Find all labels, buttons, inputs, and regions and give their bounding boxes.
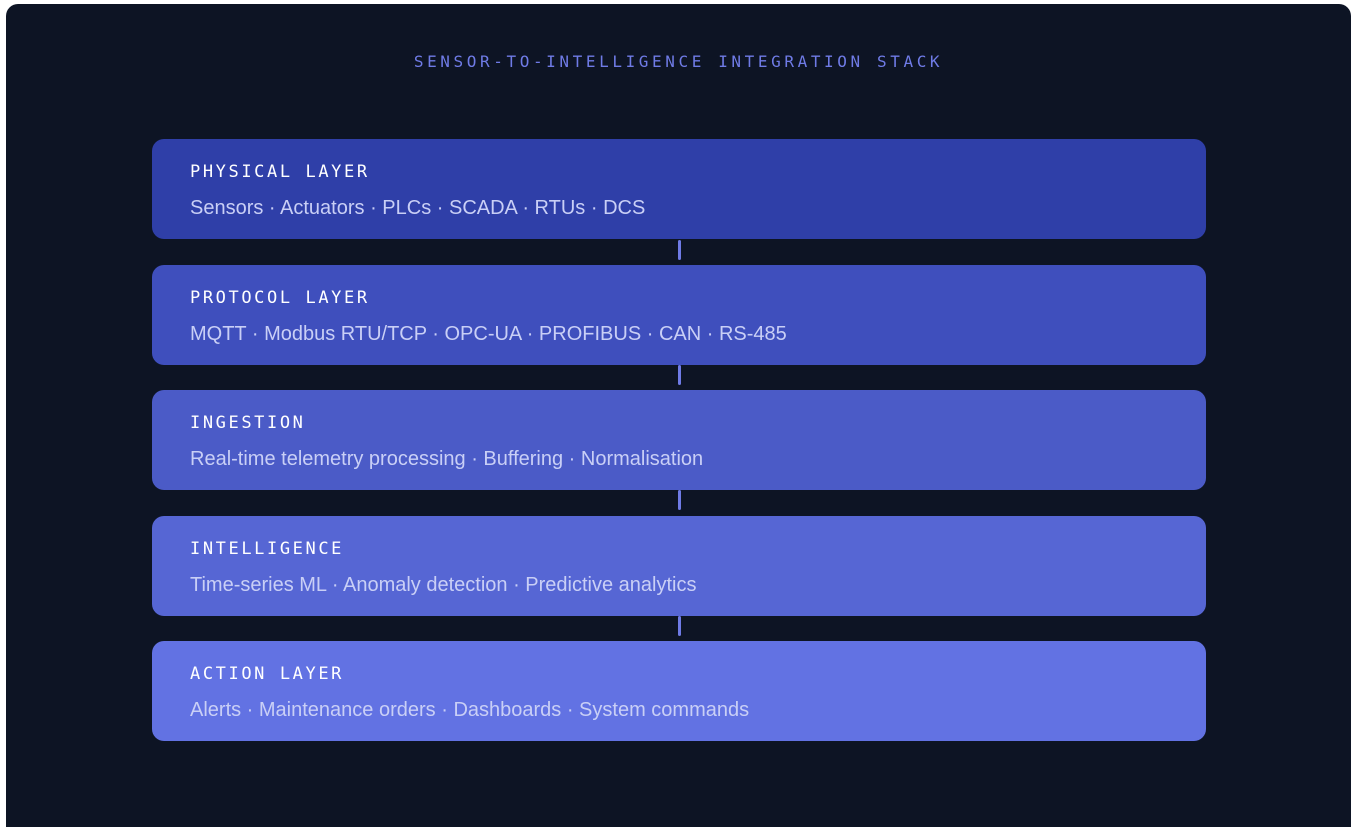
layer-name: INTELLIGENCE — [190, 539, 345, 559]
layer-items: Alerts · Maintenance orders · Dashboards… — [190, 699, 750, 721]
diagram-title: SENSOR-TO-INTELLIGENCE INTEGRATION STACK — [413, 52, 944, 71]
layer-name: PHYSICAL LAYER — [190, 162, 370, 182]
diagram-panel: SENSOR-TO-INTELLIGENCE INTEGRATION STACK… — [6, 4, 1351, 827]
layer-name: INGESTION — [190, 413, 306, 433]
layer-items: MQTT · Modbus RTU/TCP · OPC-UA · PROFIBU… — [190, 323, 787, 345]
layer-ingestion: INGESTION Real-time telemetry processing… — [152, 390, 1206, 490]
layer-items: Real-time telemetry processing · Bufferi… — [190, 448, 704, 470]
layer-name: ACTION LAYER — [190, 664, 345, 684]
connector-line — [678, 490, 681, 510]
layer-name: PROTOCOL LAYER — [190, 288, 370, 308]
layer-items: Sensors · Actuators · PLCs · SCADA · RTU… — [190, 197, 646, 219]
connector-line — [678, 240, 681, 260]
layer-physical: PHYSICAL LAYER Sensors · Actuators · PLC… — [152, 139, 1206, 239]
layer-action: ACTION LAYER Alerts · Maintenance orders… — [152, 641, 1206, 741]
connector-line — [678, 616, 681, 636]
layer-protocol: PROTOCOL LAYER MQTT · Modbus RTU/TCP · O… — [152, 265, 1206, 365]
connector-line — [678, 365, 681, 385]
layer-items: Time-series ML · Anomaly detection · Pre… — [190, 574, 697, 596]
layer-intelligence: INTELLIGENCE Time-series ML · Anomaly de… — [152, 516, 1206, 616]
